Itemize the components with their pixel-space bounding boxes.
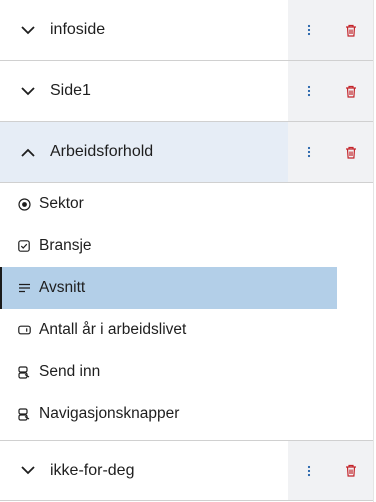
page-title: ikke-for-deg (50, 461, 135, 479)
trash-icon (346, 85, 356, 98)
component-label: Bransje (39, 237, 92, 254)
page-toggle[interactable]: Arbeidsforhold (0, 122, 288, 182)
component-label: Sektor (39, 195, 84, 212)
delete-page-button[interactable] (330, 0, 372, 60)
page-actions (288, 61, 373, 121)
more-options-button[interactable] (288, 441, 330, 500)
page-actions (288, 122, 373, 182)
component-item-antall-ar[interactable]: Antall år i arbeidslivet (0, 309, 373, 351)
page-row-ikke-for-deg: ikke-for-deg (0, 440, 373, 501)
trash-icon (346, 464, 356, 477)
page-title: Side1 (50, 82, 91, 99)
page-actions (288, 0, 373, 60)
chevron-down-icon (20, 83, 36, 99)
trash-icon (346, 24, 356, 37)
page-row-infoside: infoside (0, 0, 373, 61)
component-label: Navigasjonsknapper (39, 405, 180, 422)
kebab-menu-icon (307, 146, 311, 158)
delete-page-button[interactable] (330, 61, 372, 121)
more-options-button[interactable] (288, 122, 330, 182)
checkbox-icon (17, 239, 31, 253)
component-label: Send inn (39, 363, 101, 380)
page-title: Arbeidsforhold (50, 143, 154, 160)
component-item-send-inn[interactable]: Send inn (0, 351, 373, 393)
page-toggle[interactable]: ikke-for-deg (0, 441, 288, 500)
component-item-avsnitt[interactable]: Avsnitt (0, 267, 337, 309)
component-item-bransje[interactable]: Bransje (0, 225, 373, 267)
component-list: Sektor Bransje Avsnitt Antall år i arbei… (0, 183, 373, 435)
delete-page-button[interactable] (330, 122, 372, 182)
button-icon (17, 365, 31, 379)
page-row-side1: Side1 (0, 61, 373, 122)
kebab-menu-icon (307, 85, 311, 97)
delete-page-button[interactable] (330, 441, 372, 500)
component-item-sektor[interactable]: Sektor (0, 183, 373, 225)
component-label: Antall år i arbeidslivet (39, 321, 187, 338)
page-title: infoside (50, 21, 106, 38)
component-item-navigasjonsknapper[interactable]: Navigasjonsknapper (0, 393, 373, 435)
page-toggle[interactable]: Side1 (0, 61, 288, 121)
input-icon (17, 323, 31, 337)
component-label: Avsnitt (39, 279, 86, 296)
button-icon (17, 407, 31, 421)
more-options-button[interactable] (288, 61, 330, 121)
chevron-down-icon (20, 463, 36, 479)
chevron-up-icon (20, 144, 36, 160)
page-toggle[interactable]: infoside (0, 0, 288, 60)
form-layout-panel: infoside Side1 Arbeidsforhold Sektor Bra… (0, 0, 374, 502)
paragraph-icon (17, 281, 31, 295)
radio-icon (17, 197, 31, 211)
chevron-down-icon (20, 22, 36, 38)
more-options-button[interactable] (288, 0, 330, 60)
kebab-menu-icon (307, 465, 311, 476)
page-row-arbeidsforhold: Arbeidsforhold (0, 122, 373, 183)
kebab-menu-icon (307, 24, 311, 36)
page-actions (288, 441, 373, 500)
trash-icon (346, 146, 356, 159)
